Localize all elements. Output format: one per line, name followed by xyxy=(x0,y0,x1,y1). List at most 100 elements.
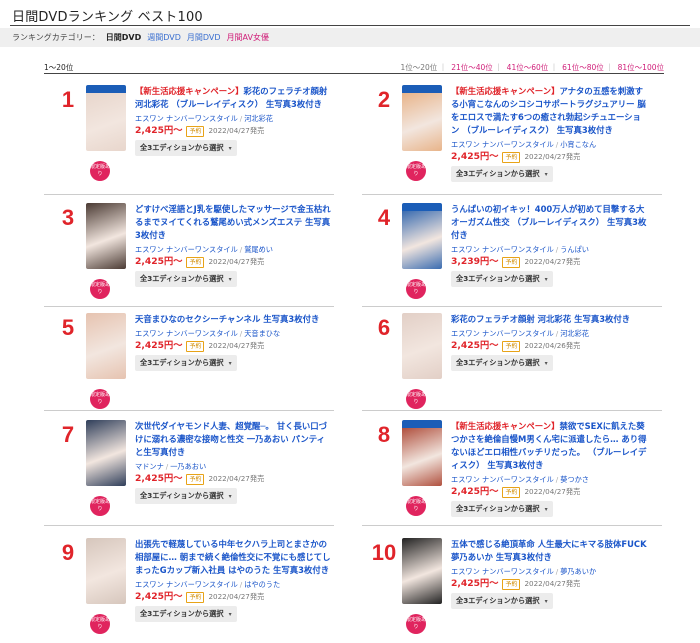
product-title-link[interactable]: うんぱいの初イキッ！400万人が初めて目撃する大オーガズム性交 （ブルーレイディ… xyxy=(451,203,647,242)
item-divider xyxy=(362,525,662,526)
page-link-81-100[interactable]: 81位〜100位 xyxy=(618,63,664,72)
product-thumbnail[interactable] xyxy=(86,420,126,486)
limited-edition-badge: 限定版あり xyxy=(406,496,426,516)
price-line: 2,425円〜 予約 2022/04/27発売 xyxy=(451,486,647,498)
limited-edition-badge: 限定版あり xyxy=(90,161,110,181)
item-divider xyxy=(44,306,334,307)
item-divider xyxy=(44,410,334,411)
edition-select-button[interactable]: 全3エディションから選択 ▾ xyxy=(451,593,553,609)
pagination-bar: 1〜20位 1位〜20位｜ 21位〜40位｜ 41位〜60位｜ 61位〜80位｜… xyxy=(44,61,664,73)
actress-link[interactable]: 夢乃あいか xyxy=(560,567,596,576)
product-title-link[interactable]: 次世代ダイヤモンド人妻、超覚醒─。 甘く長い口づけに溺れる濃密な接吻と性交 一乃… xyxy=(135,420,331,459)
ranking-item: 4 限定版あり うんぱいの初イキッ！400万人が初めて目撃する大オーガズム性交 （ブ… xyxy=(370,203,646,308)
actress-link[interactable]: 小宵こなん xyxy=(560,140,596,149)
preorder-tag: 予約 xyxy=(186,473,205,485)
maker-link[interactable]: エスワン ナンバーワンスタイル xyxy=(451,329,554,338)
product-title-link[interactable]: 【新生活応援キャンペーン】禁欲でSEXに飢えた葵つかさを絶倫自慢M男くん宅に派遣… xyxy=(451,420,647,472)
product-title-link[interactable]: 出張先で軽蔑している中年セクハラ上司とまさかの相部屋に… 朝まで続く絶倫性交に不… xyxy=(135,538,331,577)
product-thumbnail[interactable] xyxy=(402,313,442,379)
product-title-link[interactable]: 五体で感じる絶頂革命 人生最大にキマる肢体FUCK 夢乃あいか 生写真3枚付き xyxy=(451,538,647,564)
maker-line: エスワン ナンバーワンスタイル / はやのうた xyxy=(135,580,281,589)
product-thumbnail[interactable] xyxy=(86,203,126,269)
product-info: どすけべ淫語とJ乳を駆使したマッサージで金玉枯れるまでヌイてくれる鷲尾めい式メン… xyxy=(135,203,331,287)
edition-select-button[interactable]: 全3エディションから選択 ▾ xyxy=(451,166,553,182)
product-thumbnail[interactable] xyxy=(86,313,126,379)
release-date: 2022/04/27発売 xyxy=(208,126,265,135)
ranking-item: 7 限定版あり 次世代ダイヤモンド人妻、超覚醒─。 甘く長い口づけに溺れる濃密な接吻… xyxy=(54,420,330,525)
cover-art xyxy=(402,428,442,486)
category-monthly-dvd-link[interactable]: 月間DVD xyxy=(187,32,221,43)
cover-art xyxy=(86,203,126,269)
page-link-21-40[interactable]: 21位〜40位 xyxy=(451,63,493,72)
cover-art xyxy=(86,420,126,486)
bluray-spine xyxy=(402,420,442,428)
product-title: 出張先で軽蔑している中年セクハラ上司とまさかの相部屋に… 朝まで続く絶倫性交に不… xyxy=(135,539,331,575)
category-monthly-actress-link[interactable]: 月間AV女優 xyxy=(227,32,269,43)
edition-select-label: 全3エディションから選択 xyxy=(456,169,540,178)
actress-link[interactable]: 葵つかさ xyxy=(560,475,589,484)
actress-link[interactable]: はやのうた xyxy=(244,580,280,589)
price-line: 2,425円〜 予約 2022/04/27発売 xyxy=(135,340,331,352)
rank-number: 4 xyxy=(377,205,391,230)
edition-select-button[interactable]: 全3エディションから選択 ▾ xyxy=(135,140,237,156)
limited-edition-badge: 限定版あり xyxy=(90,279,110,299)
edition-select-label: 全3エディションから選択 xyxy=(140,609,224,618)
edition-select-button[interactable]: 全3エディションから選択 ▾ xyxy=(451,271,553,287)
category-weekly-dvd-link[interactable]: 週間DVD xyxy=(147,32,181,43)
product-thumbnail[interactable] xyxy=(402,85,442,151)
ranking-item: 5 限定版あり 天音まひなのセクシーチャンネル 生写真3枚付き エスワン ナンバーワン… xyxy=(54,313,330,418)
maker-link[interactable]: エスワン ナンバーワンスタイル xyxy=(135,245,238,254)
product-title-link[interactable]: 天音まひなのセクシーチャンネル 生写真3枚付き xyxy=(135,313,331,326)
actress-link[interactable]: 河北彩花 xyxy=(560,329,589,338)
actress-link[interactable]: 河北彩花 xyxy=(244,114,273,123)
product-title: 次世代ダイヤモンド人妻、超覚醒─。 甘く長い口づけに溺れる濃密な接吻と性交 一乃… xyxy=(135,421,327,457)
maker-link[interactable]: エスワン ナンバーワンスタイル xyxy=(451,140,554,149)
product-title-link[interactable]: 彩花のフェラチオ顔射 河北彩花 生写真3枚付き xyxy=(451,313,647,326)
rank-number: 1 xyxy=(61,87,75,112)
product-thumbnail[interactable] xyxy=(402,203,442,269)
maker-link[interactable]: エスワン ナンバーワンスタイル xyxy=(451,245,554,254)
edition-select-label: 全3エディションから選択 xyxy=(456,504,540,513)
page-link-41-60[interactable]: 41位〜60位 xyxy=(507,63,549,72)
limited-edition-badge: 限定版あり xyxy=(90,614,110,634)
edition-select-button[interactable]: 全3エディションから選択 ▾ xyxy=(451,501,553,517)
edition-select-button[interactable]: 全3エディションから選択 ▾ xyxy=(451,355,553,371)
actress-link[interactable]: 天音まひな xyxy=(244,329,280,338)
chevron-down-icon: ▾ xyxy=(228,275,232,283)
chevron-down-icon: ▾ xyxy=(228,144,232,152)
release-date: 2022/04/27発売 xyxy=(208,257,265,266)
cover-art xyxy=(86,93,126,151)
limited-edition-badge: 限定版あり xyxy=(406,161,426,181)
page-link-61-80[interactable]: 61位〜80位 xyxy=(562,63,604,72)
product-thumbnail[interactable] xyxy=(86,85,126,151)
edition-select-button[interactable]: 全3エディションから選択 ▾ xyxy=(135,271,237,287)
product-thumbnail[interactable] xyxy=(402,420,442,486)
product-title-link[interactable]: どすけべ淫語とJ乳を駆使したマッサージで金玉枯れるまでヌイてくれる鷲尾めい式メン… xyxy=(135,203,331,242)
bluray-spine xyxy=(402,85,442,93)
maker-link[interactable]: マドンナ xyxy=(135,462,164,471)
chevron-down-icon: ▾ xyxy=(544,505,548,513)
actress-link[interactable]: 一乃あおい xyxy=(170,462,206,471)
product-thumbnail[interactable] xyxy=(86,538,126,604)
edition-select-button[interactable]: 全3エディションから選択 ▾ xyxy=(135,355,237,371)
rank-number: 7 xyxy=(61,422,75,447)
edition-select-label: 全3エディションから選択 xyxy=(456,596,540,605)
product-title-link[interactable]: 【新生活応援キャンペーン】アナタの五感を刺激する小宵こなんのシコシコサポートラグ… xyxy=(451,85,647,137)
maker-link[interactable]: エスワン ナンバーワンスタイル xyxy=(451,475,554,484)
cover-art xyxy=(402,313,442,379)
ranking-item: 9 限定版あり 出張先で軽蔑している中年セクハラ上司とまさかの相部屋に… 朝まで続く… xyxy=(54,538,331,643)
product-thumbnail[interactable] xyxy=(402,538,442,604)
maker-link[interactable]: エスワン ナンバーワンスタイル xyxy=(451,567,554,576)
actress-link[interactable]: 鷲尾めい xyxy=(244,245,273,254)
actress-link[interactable]: うんぱい xyxy=(560,245,589,254)
edition-select-button[interactable]: 全3エディションから選択 ▾ xyxy=(135,606,237,622)
price: 2,425円〜 xyxy=(135,256,183,267)
product-title-link[interactable]: 【新生活応援キャンペーン】彩花のフェラチオ顔射 河北彩花 （ブルーレイディスク）… xyxy=(135,85,331,111)
edition-select-label: 全3エディションから選択 xyxy=(456,358,540,367)
maker-link[interactable]: エスワン ナンバーワンスタイル xyxy=(135,114,238,123)
edition-select-button[interactable]: 全3エディションから選択 ▾ xyxy=(135,488,237,504)
price-line: 2,425円〜 予約 2022/04/27発売 xyxy=(451,578,647,590)
maker-link[interactable]: エスワン ナンバーワンスタイル xyxy=(135,329,238,338)
page-links: 1位〜20位｜ 21位〜40位｜ 41位〜60位｜ 61位〜80位｜ 81位〜1… xyxy=(400,62,664,72)
maker-link[interactable]: エスワン ナンバーワンスタイル xyxy=(135,580,238,589)
